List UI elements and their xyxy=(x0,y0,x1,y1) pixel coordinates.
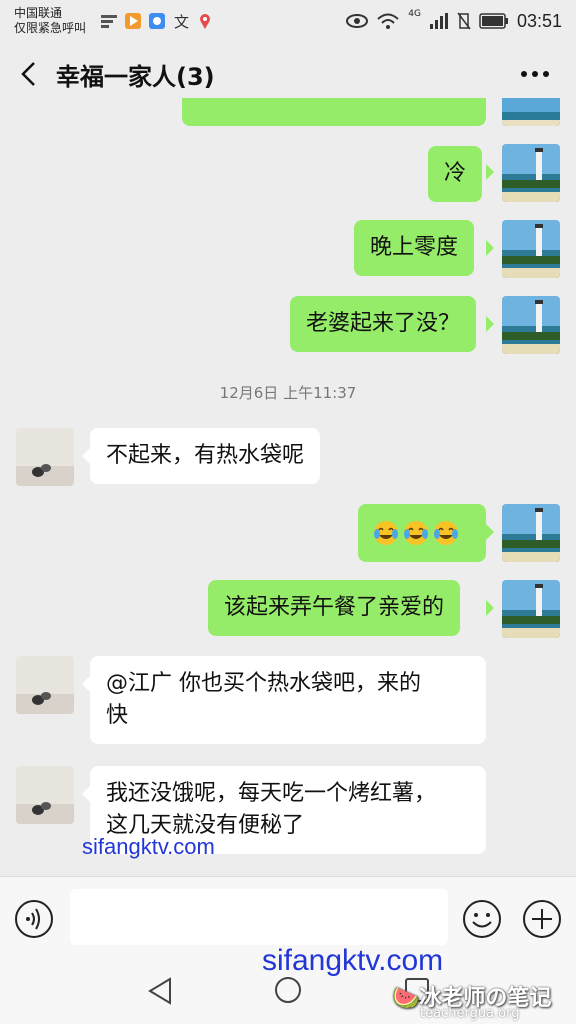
tears-of-joy-icon xyxy=(374,521,398,545)
message-line: 我还没饿呢，每天吃一个烤红薯， xyxy=(106,781,437,806)
bubble-tail xyxy=(486,524,494,540)
more-dots-icon[interactable] xyxy=(520,70,550,78)
message-line: @江广 你也买个热水袋吧，来的 xyxy=(106,671,421,696)
watermark: teachergua.org xyxy=(420,1006,520,1021)
message-bubble[interactable]: 不起来，有热水袋呢 xyxy=(90,428,321,484)
nav-home-icon[interactable] xyxy=(274,976,302,1004)
notification-icons: 文 xyxy=(100,12,214,30)
chat-header: 幸福一家人(3) xyxy=(0,44,576,104)
status-bar: 中国联通 仅限紧急呼叫 文 4G 03:51 xyxy=(0,0,576,42)
message-timestamp: 12月6日 上午11:37 xyxy=(219,384,357,402)
message-bubble-partial[interactable] xyxy=(182,98,486,126)
contact-avatar[interactable] xyxy=(16,428,74,486)
message-bubble-emoji[interactable] xyxy=(358,504,486,562)
my-avatar[interactable] xyxy=(502,504,560,562)
chevron-left-icon[interactable] xyxy=(18,60,40,88)
message-input[interactable] xyxy=(70,889,448,945)
network-type: 4G xyxy=(408,9,421,19)
app-icon xyxy=(149,13,165,29)
message-bubble[interactable]: @江广 你也买个热水袋吧，来的 快 xyxy=(90,656,486,744)
emoji-icon[interactable] xyxy=(462,899,502,939)
my-avatar[interactable] xyxy=(502,296,560,354)
plus-icon[interactable] xyxy=(522,899,562,939)
text-app-icon: 文 xyxy=(174,13,189,30)
bubble-tail xyxy=(486,240,494,256)
carrier-name: 中国联通 xyxy=(14,6,63,20)
clock: 03:51 xyxy=(516,10,562,31)
eye-icon xyxy=(346,14,369,28)
tears-of-joy-icon xyxy=(434,521,458,545)
svg-text:文: 文 xyxy=(174,13,189,30)
bubble-tail xyxy=(486,316,494,332)
bubble-tail xyxy=(82,786,90,802)
signal-icon xyxy=(429,13,448,29)
bubble-tail xyxy=(486,164,494,180)
wifi-icon xyxy=(377,13,399,29)
chat-title: 幸福一家人(3) xyxy=(56,63,215,91)
contact-avatar[interactable] xyxy=(16,656,74,714)
my-avatar[interactable] xyxy=(502,580,560,638)
message-bubble[interactable]: 该起来弄午餐了亲爱的 xyxy=(208,580,461,636)
bubble-tail xyxy=(82,676,90,692)
notification-icon xyxy=(101,15,117,28)
no-sim-icon xyxy=(457,12,471,30)
video-app-icon xyxy=(125,13,141,29)
tears-of-joy-icon xyxy=(404,521,428,545)
location-icon xyxy=(200,14,210,29)
voice-icon[interactable] xyxy=(14,899,54,939)
watermark: sifangktv.com xyxy=(262,944,444,977)
my-avatar[interactable] xyxy=(502,144,560,202)
message-bubble[interactable]: 晚上零度 xyxy=(354,220,475,276)
my-avatar[interactable] xyxy=(502,98,560,126)
battery-icon xyxy=(479,13,508,29)
message-bubble[interactable]: 老婆起来了没？ xyxy=(290,296,477,352)
emergency-only: 仅限紧急呼叫 xyxy=(14,21,87,35)
my-avatar[interactable] xyxy=(502,220,560,278)
contact-avatar[interactable] xyxy=(16,766,74,824)
message-line: 快 xyxy=(106,703,129,728)
bubble-tail xyxy=(486,600,494,616)
status-right: 4G 03:51 xyxy=(346,9,562,32)
bubble-tail xyxy=(82,448,90,464)
nav-back-icon[interactable] xyxy=(146,976,174,1006)
watermark: sifangktv.com xyxy=(82,834,215,859)
carrier-info: 中国联通 仅限紧急呼叫 xyxy=(14,6,94,36)
message-bubble[interactable]: 冷 xyxy=(428,146,483,202)
